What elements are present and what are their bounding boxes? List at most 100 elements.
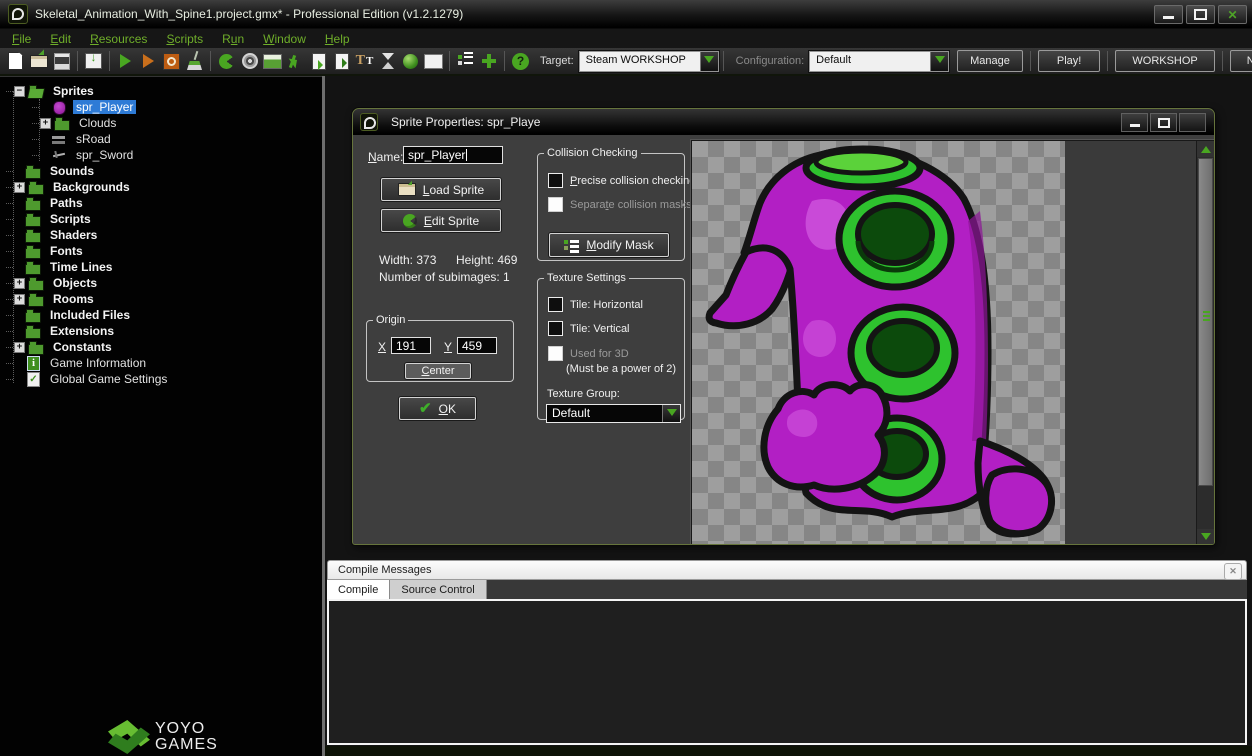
collision-legend: Collision Checking	[544, 147, 641, 159]
maximize-icon	[1194, 9, 1207, 20]
tree-item-spr-sword[interactable]: spr_Sword	[0, 147, 322, 163]
create-executable-icon[interactable]	[82, 49, 105, 73]
expander-icon[interactable]: +	[14, 182, 25, 193]
scroll-thumb[interactable]	[1198, 158, 1213, 486]
manage-button[interactable]: Manage	[957, 50, 1023, 72]
close-button[interactable]	[1218, 5, 1247, 24]
menu-run[interactable]: Run	[222, 32, 244, 46]
stop-icon[interactable]	[160, 49, 183, 73]
play-button[interactable]: Play!	[1038, 50, 1100, 72]
menu-scripts[interactable]: Scripts	[166, 32, 203, 46]
create-sprite-icon[interactable]	[215, 49, 238, 73]
news-button-partial[interactable]: Ne	[1230, 50, 1252, 72]
run-icon[interactable]	[114, 49, 137, 73]
tree-item-clouds[interactable]: +Clouds	[0, 115, 322, 131]
create-timeline-icon[interactable]	[376, 49, 399, 73]
tree-item-global-game-settings[interactable]: Global Game Settings	[0, 371, 322, 387]
create-sound-icon[interactable]	[238, 49, 261, 73]
configuration-dropdown[interactable]: Default	[809, 51, 949, 72]
create-object-icon[interactable]	[399, 49, 422, 73]
target-dropdown[interactable]: Steam WORKSHOP	[579, 51, 719, 72]
dialog-titlebar[interactable]: Sprite Properties: spr_Playe	[353, 109, 1214, 135]
menu-edit[interactable]: Edit	[50, 32, 71, 46]
toolbar: Target: Steam WORKSHOP Configuration: De…	[0, 48, 1252, 76]
tree-item-fonts[interactable]: Fonts	[0, 243, 322, 259]
ok-button[interactable]: OK	[399, 397, 476, 420]
dialog-minimize-button[interactable]	[1121, 113, 1148, 132]
create-path-icon[interactable]	[284, 49, 307, 73]
menu-resources[interactable]: Resources	[90, 32, 147, 46]
tree-item-paths[interactable]: Paths	[0, 195, 322, 211]
clean-icon[interactable]	[183, 49, 206, 73]
preview-background	[1065, 141, 1196, 545]
origin-y-input[interactable]: 459	[457, 337, 497, 354]
origin-x-input[interactable]: 191	[391, 337, 431, 354]
tree-item-rooms[interactable]: +Rooms	[0, 291, 322, 307]
menu-file[interactable]: File	[12, 32, 31, 46]
menu-help[interactable]: Help	[325, 32, 350, 46]
compile-panel-close-button[interactable]	[1224, 563, 1242, 580]
workshop-button[interactable]: WORKSHOP	[1115, 50, 1214, 72]
maximize-button[interactable]	[1186, 5, 1215, 24]
texture-settings-group: Texture Settings Tile: Horizontal Tile: …	[537, 272, 685, 420]
tree-item-game-information[interactable]: Game Information	[0, 355, 322, 371]
menu-window[interactable]: Window	[263, 32, 306, 46]
tree-item-constants[interactable]: +Constants	[0, 339, 322, 355]
open-icon[interactable]	[27, 49, 50, 73]
panel-splitter[interactable]	[322, 76, 325, 756]
debug-icon[interactable]	[137, 49, 160, 73]
center-button[interactable]: Center	[405, 363, 471, 379]
tree-item-scripts[interactable]: Scripts	[0, 211, 322, 227]
tab-source-control[interactable]: Source Control	[390, 580, 486, 599]
folder-icon	[28, 292, 45, 306]
edit-sprite-button[interactable]: Edit Sprite	[381, 209, 501, 232]
add-icon[interactable]	[477, 49, 500, 73]
ggs-icon	[25, 372, 42, 386]
help-icon[interactable]	[509, 49, 532, 73]
new-icon[interactable]	[4, 49, 27, 73]
scroll-down-button[interactable]	[1197, 529, 1214, 545]
save-icon[interactable]	[50, 49, 73, 73]
folder-icon	[25, 164, 42, 178]
tree-item-time-lines[interactable]: Time Lines	[0, 259, 322, 275]
name-input[interactable]: spr_Player	[403, 146, 503, 164]
precise-collision-checkbox[interactable]	[548, 173, 563, 188]
sprite-preview-pane	[691, 140, 1215, 545]
sprite-preview-image	[692, 141, 1065, 545]
tab-compile[interactable]: Compile	[327, 580, 390, 599]
texture-group-dropdown[interactable]: Default	[546, 404, 681, 423]
toolbar-separator	[77, 51, 78, 71]
expander-icon[interactable]: +	[14, 294, 25, 305]
folder-icon	[25, 324, 42, 338]
scroll-up-button[interactable]	[1197, 141, 1214, 157]
expander-icon[interactable]: +	[14, 278, 25, 289]
tile-horizontal-checkbox[interactable]	[548, 297, 563, 312]
tree-item-spr-player[interactable]: spr_Player	[0, 99, 322, 115]
tree-item-included-files[interactable]: Included Files	[0, 307, 322, 323]
dialog-close-button[interactable]	[1179, 113, 1206, 132]
used-for-3d-row: Used for 3D	[548, 346, 629, 361]
tree-item-sounds[interactable]: Sounds	[0, 163, 322, 179]
tree-item-objects[interactable]: +Objects	[0, 275, 322, 291]
expander-icon[interactable]: +	[14, 342, 25, 353]
modify-mask-button[interactable]: Modify Mask	[549, 233, 669, 257]
preview-scrollbar	[1196, 141, 1214, 545]
create-background-icon[interactable]	[261, 49, 284, 73]
origin-legend: Origin	[373, 314, 408, 326]
tree-item-extensions[interactable]: Extensions	[0, 323, 322, 339]
resource-list-icon[interactable]	[454, 49, 477, 73]
expander-icon[interactable]: −	[14, 86, 25, 97]
tree-item-shaders[interactable]: Shaders	[0, 227, 322, 243]
load-sprite-button[interactable]: Load Sprite	[381, 178, 501, 201]
create-script-icon[interactable]	[307, 49, 330, 73]
create-shader-icon[interactable]	[330, 49, 353, 73]
create-font-icon[interactable]	[353, 49, 376, 73]
tree-item-sprites[interactable]: −Sprites	[0, 83, 322, 99]
tile-vertical-checkbox[interactable]	[548, 321, 563, 336]
dialog-maximize-button[interactable]	[1150, 113, 1177, 132]
create-room-icon[interactable]	[422, 49, 445, 73]
expander-icon[interactable]: +	[40, 118, 51, 129]
tree-item-backgrounds[interactable]: +Backgrounds	[0, 179, 322, 195]
minimize-button[interactable]	[1154, 5, 1183, 24]
tree-item-sroad[interactable]: sRoad	[0, 131, 322, 147]
